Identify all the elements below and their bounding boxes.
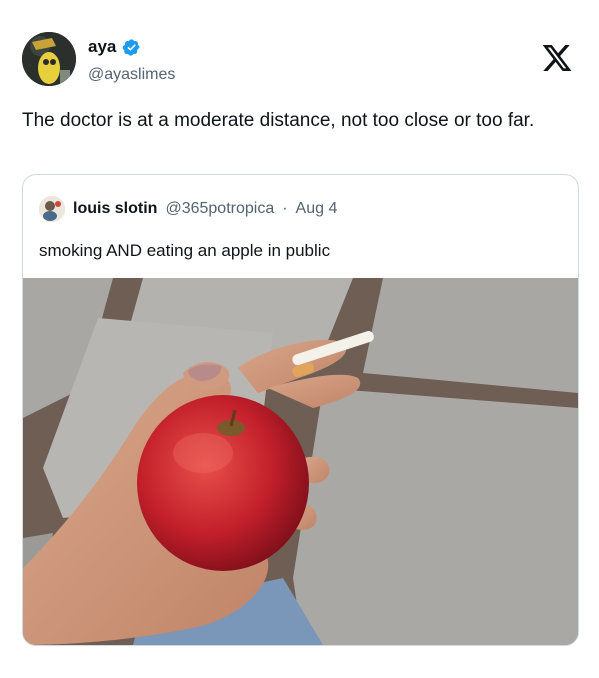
tweet-text: The doctor is at a moderate distance, no… (22, 110, 535, 131)
quoted-display-name[interactable]: louis slotin (73, 200, 157, 218)
quoted-text: smoking AND eating an apple in public (39, 241, 331, 260)
quoted-tweet-card[interactable]: louis slotin @365potropica · Aug 4 smoki… (22, 174, 579, 646)
verified-badge-icon (122, 38, 141, 57)
tweet-header: aya @ayaslimes (22, 32, 578, 88)
quoted-handle[interactable]: @365potropica (165, 200, 274, 218)
author-avatar[interactable] (22, 32, 76, 86)
quoted-photo[interactable] (23, 278, 578, 645)
author-display-name[interactable]: aya (88, 37, 116, 57)
quoted-separator: · (282, 200, 288, 217)
quoted-date[interactable]: Aug 4 (296, 200, 338, 218)
quoted-tweet-header: louis slotin @365potropica · Aug 4 (39, 195, 337, 223)
x-logo-icon[interactable] (540, 42, 574, 74)
author-handle[interactable]: @ayaslimes (88, 66, 175, 84)
quoted-author-avatar[interactable] (39, 196, 65, 222)
